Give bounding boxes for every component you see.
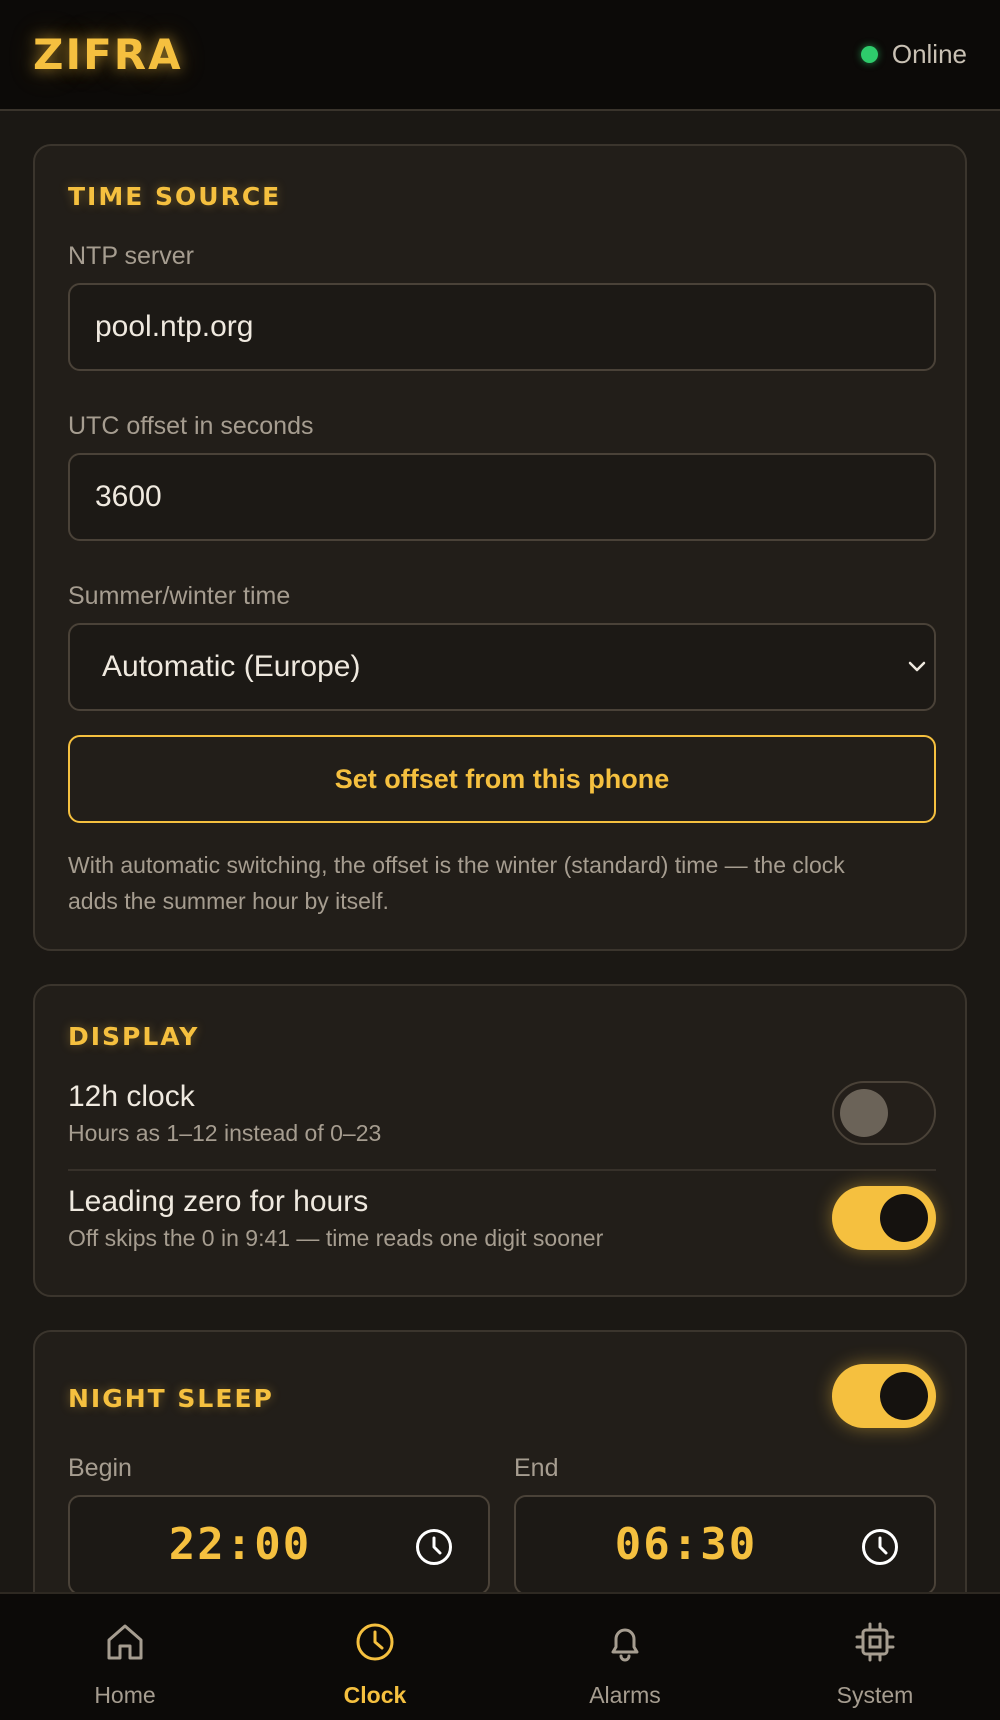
online-indicator-icon — [860, 46, 878, 63]
time-source-card: TIME SOURCE NTP server pool.ntp.org UTC … — [33, 144, 967, 951]
clock12-toggle[interactable] — [832, 1081, 936, 1145]
ntp-server-value: pool.ntp.org — [95, 310, 254, 343]
ntp-server-label: NTP server — [68, 242, 194, 270]
clock-icon — [862, 1529, 898, 1565]
clock12-row: 12h clock Hours as 1–12 instead of 0–23 — [68, 1080, 936, 1147]
status-label: Online — [891, 39, 967, 69]
display-title: DISPLAY — [68, 1022, 200, 1051]
dst-select[interactable]: Automatic (Europe) — [68, 623, 936, 711]
toggle-knob — [880, 1372, 928, 1420]
top-bar: ZIFRA Online — [0, 0, 1000, 111]
night-sleep-toggle[interactable] — [832, 1364, 936, 1428]
nav-home-label: Home — [94, 1682, 156, 1708]
night-sleep-title: NIGHT SLEEP — [68, 1384, 274, 1413]
time-source-title: TIME SOURCE — [68, 182, 282, 211]
set-offset-button[interactable]: Set offset from this phone — [68, 735, 936, 823]
end-time-value: 06:30 — [614, 1519, 758, 1570]
leading-zero-subtitle: Off skips the 0 in 9:41 — time reads one… — [68, 1225, 604, 1251]
display-card: DISPLAY 12h clock Hours as 1–12 instead … — [33, 984, 967, 1297]
end-time-input[interactable]: 06:30 — [514, 1495, 936, 1595]
chip-icon — [855, 1622, 895, 1662]
offset-hint: With automatic switching, the offset is … — [68, 852, 845, 914]
connection-status: Online — [860, 39, 967, 70]
nav-system-label: System — [836, 1682, 914, 1708]
nav-alarms[interactable]: Alarms — [500, 1594, 750, 1720]
nav-clock[interactable]: Clock — [250, 1594, 500, 1720]
nav-clock-label: Clock — [343, 1682, 407, 1708]
utc-offset-label: UTC offset in seconds — [68, 412, 314, 440]
begin-time-value: 22:00 — [168, 1519, 312, 1570]
utc-offset-input[interactable]: 3600 — [68, 453, 936, 541]
home-icon — [107, 1624, 143, 1660]
chevron-down-icon — [908, 661, 926, 672]
utc-offset-value: 3600 — [95, 480, 162, 513]
dst-selected-value: Automatic (Europe) — [102, 650, 361, 683]
ntp-server-input[interactable]: pool.ntp.org — [68, 283, 936, 371]
leading-zero-toggle[interactable] — [832, 1186, 936, 1250]
clock-icon — [416, 1529, 452, 1565]
nav-home[interactable]: Home — [0, 1594, 250, 1720]
begin-time-input[interactable]: 22:00 — [68, 1495, 490, 1595]
begin-label: Begin — [68, 1454, 132, 1482]
dst-label: Summer/winter time — [68, 582, 291, 610]
end-label: End — [514, 1454, 559, 1482]
nav-alarms-label: Alarms — [589, 1682, 661, 1708]
toggle-knob — [880, 1194, 928, 1242]
toggle-knob — [840, 1089, 888, 1137]
clock12-title: 12h clock — [68, 1080, 195, 1113]
leading-zero-row: Leading zero for hours Off skips the 0 i… — [68, 1185, 936, 1252]
row-divider — [68, 1169, 936, 1171]
clock-icon — [356, 1623, 394, 1661]
bottom-nav: Home Clock Alarms System — [0, 1592, 1000, 1720]
bell-icon — [611, 1628, 639, 1662]
nav-system[interactable]: System — [750, 1594, 1000, 1720]
leading-zero-title: Leading zero for hours — [68, 1185, 369, 1218]
clock12-subtitle: Hours as 1–12 instead of 0–23 — [68, 1120, 382, 1146]
app-logo: ZIFRA — [33, 30, 183, 79]
